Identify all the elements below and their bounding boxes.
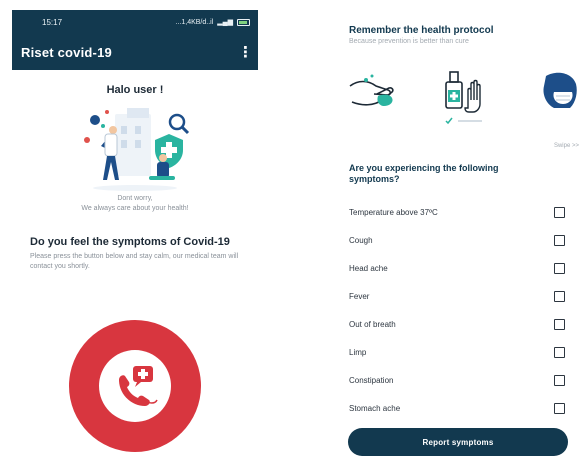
symptom-row-limp[interactable]: Limp [330,338,585,366]
app-title: Riset covid-19 [21,44,112,60]
symptom-checkbox[interactable] [554,206,565,218]
symptoms-screen: Remember the health protocol Because pre… [330,10,585,460]
signal-icon: ▂▄▆ [217,19,233,26]
symptom-checkbox[interactable] [554,234,565,246]
symptom-row-out-of-breath[interactable]: Out of breath [330,310,585,338]
swipe-hint: Swipe >> [553,143,579,149]
symptom-row-head-ache[interactable]: Head ache [330,254,585,282]
carousel-active-indicator [445,117,482,125]
symptom-checkbox[interactable] [554,262,565,274]
symptom-row-temperature[interactable]: Temperature above 37ºC [330,198,585,226]
symptom-label: Cough [349,235,373,245]
face-mask-icon [543,72,577,108]
hand-washing-icon [349,74,394,106]
symptom-checkbox[interactable] [554,402,565,414]
symptom-row-fever[interactable]: Fever [330,282,585,310]
symptom-label: Out of breath [349,319,396,329]
hand-sanitizer-icon [445,71,481,113]
symptom-label: Head ache [349,263,388,273]
protocol-card-face-mask[interactable] [536,66,585,126]
symptom-checkbox[interactable] [554,346,565,358]
symptom-row-stomach-ache[interactable]: Stomach ache [330,394,585,422]
symptom-label: Limp [349,347,367,357]
report-symptoms-button[interactable]: Report symptoms [348,428,568,456]
protocol-title: Remember the health protocol [349,25,494,36]
symptoms-question-title: Do you feel the symptoms of Covid-19 [30,236,230,248]
symptom-checkbox[interactable] [554,290,565,302]
battery-icon [237,18,250,26]
protocol-card-hand-washing[interactable] [344,66,402,126]
status-indicators: ...1,4KB/d..il ▂▄▆ [176,18,250,26]
network-speed: ...1,4KB/d..il [175,18,214,26]
emergency-call-button[interactable] [69,320,201,452]
app-bar: Riset covid-19 ⋮ [12,34,258,70]
symptom-checkbox[interactable] [554,318,565,330]
status-time: 15:17 [42,17,63,27]
reassurance-line-2: We always care about your health! [81,205,189,212]
emergency-button-inner [99,350,171,422]
symptom-checkbox[interactable] [554,374,565,386]
status-bar: 15:17 ...1,4KB/d..il ▂▄▆ [12,10,258,34]
symptom-label: Fever [349,291,370,301]
greeting-heading: Halo user ! [106,84,164,96]
home-screen: 15:17 ...1,4KB/d..il ▂▄▆ Riset covid-19 … [12,10,258,460]
symptom-label: Stomach ache [349,403,401,413]
emergency-phone-icon [119,366,158,406]
protocol-subtitle: Because prevention is better than cure [349,38,469,45]
reassurance-line-1: Dont worry, [117,195,153,202]
symptoms-checklist-title: Are you experiencing the following sympt… [349,163,499,184]
symptom-label: Constipation [349,375,394,385]
kebab-menu-icon[interactable]: ⋮ [238,43,253,61]
symptom-row-constipation[interactable]: Constipation [330,366,585,394]
symptom-row-cough[interactable]: Cough [330,226,585,254]
symptoms-checklist: Temperature above 37ºC Cough Head ache F… [330,198,585,422]
doctors-illustration [84,108,190,191]
protocol-carousel[interactable] [330,66,585,136]
reassurance-text: Dont worry, We always care about your he… [12,194,258,214]
symptoms-question-description: Please press the button below and stay c… [30,253,239,270]
symptom-label: Temperature above 37ºC [349,207,438,217]
